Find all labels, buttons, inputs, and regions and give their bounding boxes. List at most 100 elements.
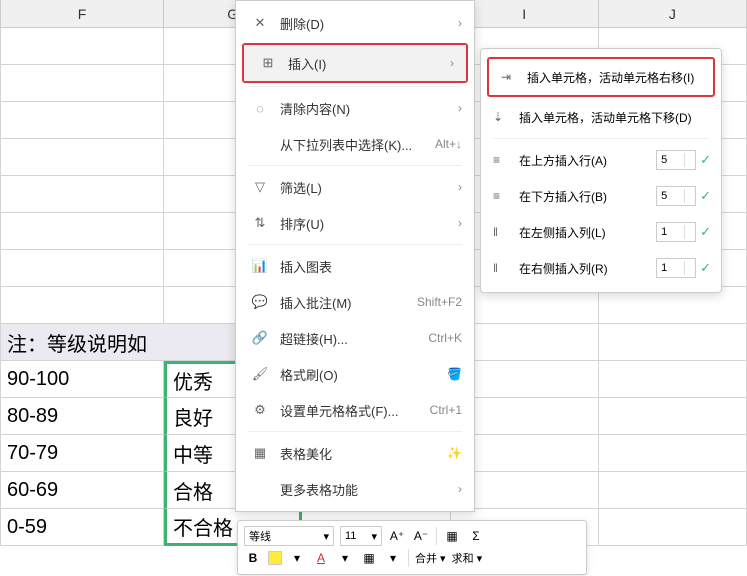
shortcut-hint: Alt+↓ [435,137,462,151]
menu-insert[interactable]: ⊞ 插入(I) › [244,45,466,81]
separator [436,527,437,545]
check-icon[interactable]: ✓ [700,152,711,168]
settings-icon: ⚙ [250,402,270,418]
chevron-right-icon: › [458,16,462,30]
menu-label: 设置单元格格式(F)... [280,401,430,420]
submenu-label: 在左侧插入列(L) [519,224,656,241]
menu-label: 超链接(H)... [280,329,428,348]
cell[interactable] [0,213,164,250]
menu-clear[interactable]: ◌ 清除内容(N) › [236,90,474,126]
filter-icon: ▽ [250,179,270,195]
font-size-select[interactable]: 11 ▾ [340,526,382,546]
submenu-cols-right[interactable]: ‖ 在右侧插入列(R) 1 ✓ [481,250,721,286]
table-icon: ▦ [250,445,270,461]
menu-cell-format[interactable]: ⚙ 设置单元格格式(F)... Ctrl+1 [236,392,474,428]
separator [493,138,709,139]
cell[interactable] [599,509,747,546]
shortcut-hint: Ctrl+K [428,331,462,345]
grade-range[interactable]: 80-89 [0,398,164,435]
menu-dropdown-list[interactable]: 从下拉列表中选择(K)... Alt+↓ [236,126,474,162]
check-icon[interactable]: ✓ [700,188,711,204]
cols-left-spinner[interactable]: 1 [656,222,696,242]
cell[interactable] [599,435,747,472]
cell[interactable] [599,472,747,509]
chevron-right-icon: › [450,56,454,70]
highlight-insert: ⊞ 插入(I) › [242,43,468,83]
grade-range[interactable]: 90-100 [0,361,164,398]
cell[interactable] [0,102,164,139]
sum-button[interactable]: 求和 ▾ [452,549,483,567]
menu-label: 插入批注(M) [280,293,417,312]
cell[interactable] [0,287,164,324]
font-color-button[interactable]: A [312,549,330,567]
col-left-icon: ‖ [493,225,511,239]
rows-below-spinner[interactable]: 5 [656,186,696,206]
menu-insert-comment[interactable]: 💬 插入批注(M) Shift+F2 [236,284,474,320]
grade-range[interactable]: 60-69 [0,472,164,509]
grow-font-button[interactable]: A⁺ [388,527,406,545]
sort-icon: ⇅ [250,215,270,231]
border-dropdown[interactable]: ▾ [384,549,402,567]
menu-label: 排序(U) [280,214,458,233]
eraser-icon: ◌ [250,101,270,116]
rows-above-spinner[interactable]: 5 [656,150,696,170]
font-name: 等线 [249,528,271,544]
menu-more-table[interactable]: 更多表格功能 › [236,471,474,507]
shrink-font-button[interactable]: A⁻ [412,527,430,545]
check-icon[interactable]: ✓ [700,224,711,240]
menu-label: 筛选(L) [280,178,458,197]
submenu-rows-below[interactable]: ≡ 在下方插入行(B) 5 ✓ [481,178,721,214]
cell[interactable] [599,398,747,435]
border-button[interactable]: ▦ [360,549,378,567]
cell[interactable] [0,139,164,176]
fill-dropdown[interactable]: ▾ [288,549,306,567]
bold-button[interactable]: B [244,549,262,567]
check-icon[interactable]: ✓ [700,260,711,276]
col-right-icon: ‖ [493,261,511,275]
submenu-rows-above[interactable]: ≡ 在上方插入行(A) 5 ✓ [481,142,721,178]
merge-button[interactable]: 合并 ▾ [415,549,446,567]
submenu-shift-right[interactable]: ⇥ 插入单元格，活动单元格右移(I) [489,59,713,95]
submenu-cols-left[interactable]: ‖ 在左侧插入列(L) 1 ✓ [481,214,721,250]
cell[interactable] [0,28,164,65]
font-select[interactable]: 等线 ▾ [244,526,334,546]
font-color-dropdown[interactable]: ▾ [336,549,354,567]
cell[interactable] [0,250,164,287]
link-icon: 🔗 [250,330,270,346]
separator [248,244,462,245]
cell[interactable] [0,176,164,213]
fill-color-button[interactable] [268,551,282,565]
col-header-f[interactable]: F [0,0,164,27]
cell[interactable] [599,361,747,398]
col-header-j[interactable]: J [599,0,747,27]
row-above-icon: ≡ [493,153,511,167]
chevron-down-icon: ▾ [323,530,329,543]
comment-icon: 💬 [250,294,270,310]
chevron-right-icon: › [458,180,462,194]
autosum-icon[interactable]: Σ [467,527,485,545]
shift-right-icon: ⇥ [501,70,519,84]
menu-delete[interactable]: ✕ 删除(D) › [236,5,474,41]
submenu-shift-down[interactable]: ⇣ 插入单元格，活动单元格下移(D) [481,99,721,135]
submenu-label: 插入单元格，活动单元格右移(I) [527,69,703,86]
shortcut-hint: Ctrl+1 [430,403,462,417]
menu-filter[interactable]: ▽ 筛选(L) › [236,169,474,205]
chevron-right-icon: › [458,216,462,230]
submenu-label: 在下方插入行(B) [519,188,656,205]
mini-toolbar: 等线 ▾ 11 ▾ A⁺ A⁻ ▦ Σ B ▾ A ▾ ▦ ▾ 合并 ▾ 求和 … [237,520,587,575]
paintbrush-icon: 🖌 [250,366,270,382]
grade-range[interactable]: 70-79 [0,435,164,472]
merge-icon[interactable]: ▦ [443,527,461,545]
cell[interactable] [599,324,747,361]
menu-format-painter[interactable]: 🖌 格式刷(O) 🪣 [236,356,474,392]
shift-down-icon: ⇣ [493,110,511,124]
cell[interactable] [0,65,164,102]
menu-insert-chart[interactable]: 📊 插入图表 [236,248,474,284]
menu-sort[interactable]: ⇅ 排序(U) › [236,205,474,241]
menu-hyperlink[interactable]: 🔗 超链接(H)... Ctrl+K [236,320,474,356]
menu-label: 删除(D) [280,14,458,33]
cols-right-spinner[interactable]: 1 [656,258,696,278]
menu-table-beauty[interactable]: ▦ 表格美化 ✨ [236,435,474,471]
grade-range[interactable]: 0-59 [0,509,164,546]
submenu-label: 在右侧插入列(R) [519,260,656,277]
